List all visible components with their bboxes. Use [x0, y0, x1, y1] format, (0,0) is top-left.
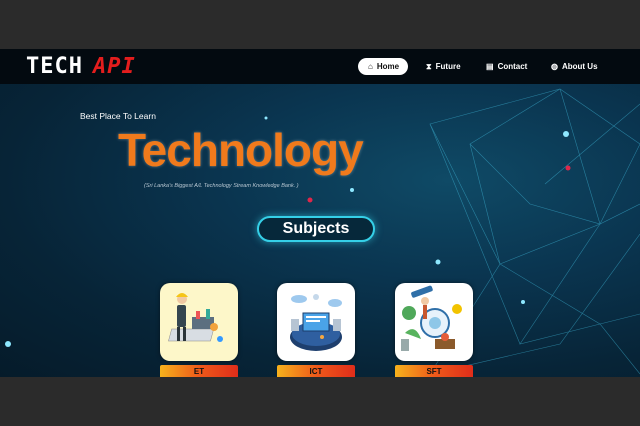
globe-icon: ◍: [551, 62, 558, 71]
ict-illustration: [290, 294, 342, 351]
nav-about-link[interactable]: ◍ About Us: [541, 58, 609, 75]
nav-contact-link[interactable]: ▤ Contact: [476, 58, 538, 75]
site-logo[interactable]: TECH API: [26, 55, 136, 79]
ict-card[interactable]: [277, 283, 355, 361]
hero-subtitle: (Sri Lanka's Biggest A/L Technology Stre…: [144, 183, 299, 189]
nav-home-link[interactable]: ⌂ Home: [358, 58, 408, 75]
logo-tech-text: TECH: [26, 54, 83, 79]
id-card-icon: ▤: [486, 62, 494, 71]
engineering-illustration: [168, 293, 223, 342]
hourglass-icon: ⧗: [426, 61, 432, 71]
hero-kicker: Best Place To Learn: [80, 111, 156, 121]
et-card[interactable]: [160, 283, 238, 361]
home-icon: ⌂: [368, 62, 373, 71]
et-card-label[interactable]: ET: [160, 365, 238, 377]
website-viewport: TECH API ⌂ Home ⧗ Future ▤ Contact ◍ Abou…: [0, 49, 640, 377]
sft-card[interactable]: [395, 283, 473, 361]
nav-future-link[interactable]: ⧗ Future: [416, 58, 474, 75]
sft-card-label[interactable]: SFT: [395, 365, 473, 377]
nav-future-label: Future: [435, 62, 461, 71]
hero-title: Technology: [118, 124, 364, 176]
subjects-button[interactable]: Subjects: [257, 216, 375, 242]
nav-about-label: About Us: [561, 62, 598, 71]
ict-card-label[interactable]: ICT: [277, 365, 355, 377]
top-navbar: TECH API ⌂ Home ⧗ Future ▤ Contact ◍ Abou…: [0, 49, 640, 84]
nav-contact-label: Contact: [497, 62, 528, 71]
logo-api-text: API: [92, 54, 136, 79]
science-illustration: [401, 285, 462, 351]
nav-home-label: Home: [376, 62, 400, 71]
